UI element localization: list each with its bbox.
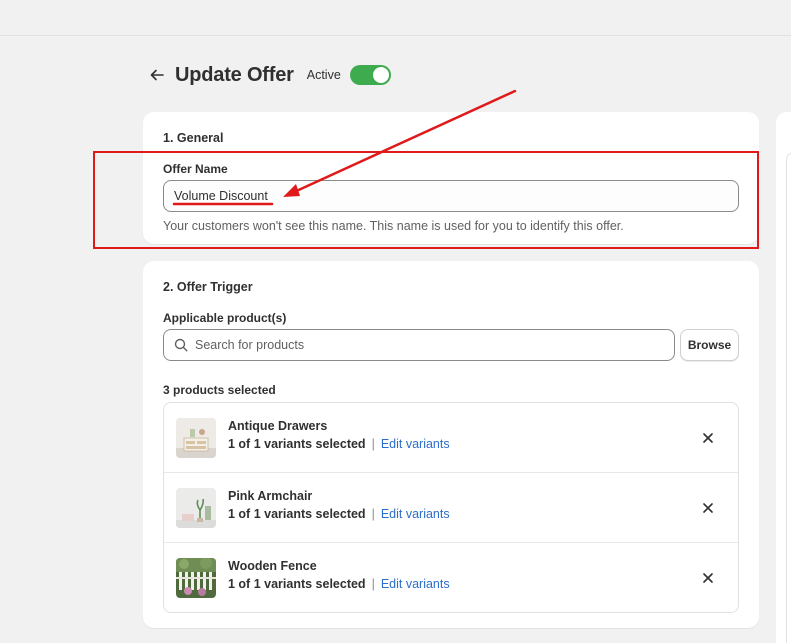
offer-name-label: Offer Name xyxy=(163,162,228,176)
toggle-knob xyxy=(372,67,389,83)
trigger-section-title: 2. Offer Trigger xyxy=(163,280,253,294)
edit-variants-link[interactable]: Edit variants xyxy=(381,437,450,451)
close-icon xyxy=(703,433,713,443)
product-thumbnail-wooden-fence xyxy=(176,558,216,598)
separator: | xyxy=(371,577,375,591)
product-thumbnail-antique-drawers xyxy=(176,418,216,458)
product-search-input[interactable]: Search for products xyxy=(163,329,675,361)
search-placeholder: Search for products xyxy=(195,338,305,352)
product-row: Antique Drawers 1 of 1 variants selected… xyxy=(164,403,738,473)
status-label: Active xyxy=(306,68,341,82)
product-row: Pink Armchair 1 of 1 variants selected |… xyxy=(164,473,738,543)
top-bar xyxy=(0,0,791,36)
variant-count: 1 of 1 variants selected xyxy=(228,437,366,451)
offer-name-input[interactable]: Volume Discount xyxy=(163,180,739,212)
side-panel-inner xyxy=(786,152,791,643)
arrow-left-icon xyxy=(150,69,164,81)
search-icon xyxy=(174,338,188,352)
product-thumbnail-pink-armchair xyxy=(176,488,216,528)
edit-variants-link[interactable]: Edit variants xyxy=(381,507,450,521)
remove-product-button[interactable] xyxy=(700,500,716,516)
close-icon xyxy=(703,503,713,513)
product-name: Wooden Fence xyxy=(228,559,317,573)
edit-variants-link[interactable]: Edit variants xyxy=(381,577,450,591)
separator: | xyxy=(371,437,375,451)
close-icon xyxy=(703,573,713,583)
offer-name-value: Volume Discount xyxy=(174,189,268,203)
browse-button[interactable]: Browse xyxy=(680,329,739,361)
side-panel-card xyxy=(776,112,791,643)
page-header: Update Offer Active xyxy=(148,62,391,88)
offer-trigger-card: 2. Offer Trigger Applicable product(s) S… xyxy=(143,261,759,628)
variant-count: 1 of 1 variants selected xyxy=(228,577,366,591)
selected-count: 3 products selected xyxy=(163,383,276,397)
remove-product-button[interactable] xyxy=(700,430,716,446)
offer-name-help-text: Your customers won't see this name. This… xyxy=(163,219,624,233)
active-toggle[interactable] xyxy=(349,65,391,85)
variant-info: 1 of 1 variants selected | Edit variants xyxy=(228,437,450,451)
product-name: Pink Armchair xyxy=(228,489,313,503)
variant-info: 1 of 1 variants selected | Edit variants xyxy=(228,577,450,591)
general-card: 1. General Offer Name Volume Discount Yo… xyxy=(143,112,759,244)
separator: | xyxy=(371,507,375,521)
product-row: Wooden Fence 1 of 1 variants selected | … xyxy=(164,543,738,612)
back-button[interactable] xyxy=(148,66,166,84)
product-name: Antique Drawers xyxy=(228,419,328,433)
applicable-products-label: Applicable product(s) xyxy=(163,311,287,325)
variant-info: 1 of 1 variants selected | Edit variants xyxy=(228,507,450,521)
remove-product-button[interactable] xyxy=(700,570,716,586)
variant-count: 1 of 1 variants selected xyxy=(228,507,366,521)
page-title: Update Offer xyxy=(175,63,294,86)
general-section-title: 1. General xyxy=(163,131,224,145)
selected-product-list: Antique Drawers 1 of 1 variants selected… xyxy=(163,402,739,613)
